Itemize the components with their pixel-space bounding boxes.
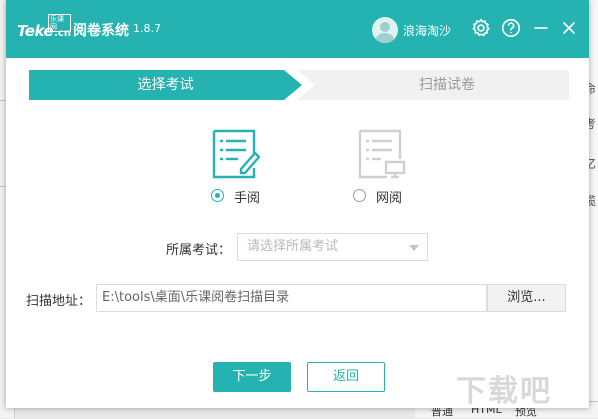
exam-select[interactable]: 请选择所属考试 [237,233,428,261]
chevron-down-icon [409,245,419,251]
watermark-logo: 下载吧 [456,374,552,409]
browse-button[interactable]: 浏览... [487,284,566,312]
minimize-icon[interactable] [530,17,552,39]
main-window: Teke .cn 乐课网 阅卷系统 1.8.7 浪海淘沙 选择考试 扫描试卷 手… [6,0,589,408]
username[interactable]: 浪海淘沙 [403,22,451,39]
back-button[interactable]: 返回 [307,362,385,392]
title-bar[interactable]: Teke .cn 乐课网 阅卷系统 1.8.7 浪海淘沙 [6,0,589,58]
radio-label[interactable]: 手阅 [234,187,260,206]
scan-path-input[interactable]: E:\tools\桌面\乐课阅卷扫描目录 [96,284,487,312]
scan-path-label: 扫描地址： [26,294,92,309]
step-label: 扫描试卷 [419,77,475,93]
help-icon[interactable] [500,17,522,39]
app-logo: Teke .cn 乐课网 [17,14,71,40]
step-select-exam: 选择考试 [29,70,302,100]
step-scan-papers: 扫描试卷 [297,70,569,100]
close-icon[interactable] [558,17,580,39]
radio-hand-marking[interactable] [211,189,224,202]
step-label: 选择考试 [137,77,194,93]
radio-label[interactable]: 网阅 [376,187,402,206]
next-button[interactable]: 下一步 [213,362,291,392]
avatar[interactable] [372,17,398,43]
scan-path-value: E:\tools\桌面\乐课阅卷扫描目录 [102,290,290,305]
app-title: 阅卷系统 [73,23,129,39]
exam-label: 所属考试： [166,243,232,258]
settings-gear-icon[interactable] [470,17,492,39]
radio-online-marking[interactable] [353,189,366,202]
paper-pen-icon[interactable] [211,128,261,180]
exam-select-placeholder: 请选择所属考试 [247,239,339,254]
logo-badge: 乐课网 [48,14,71,32]
app-version: 1.8.7 [133,22,161,35]
paper-monitor-icon[interactable] [357,128,407,180]
